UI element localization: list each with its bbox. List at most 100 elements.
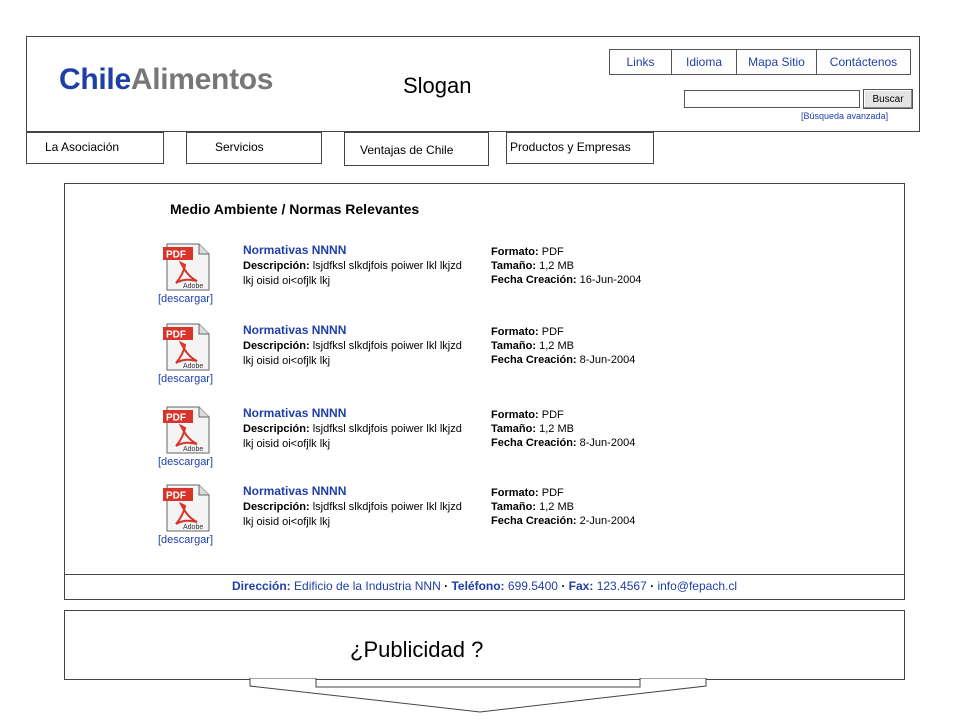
size-value: 1,2 MB [539,340,574,352]
format-row: Formato: PDF [491,245,641,259]
date-label: Fecha Creación: [491,437,577,449]
nav-tab-asociacion[interactable]: La Asociación [26,132,164,164]
svg-text:Adobe: Adobe [183,524,203,531]
phone-label: Teléfono: [451,579,505,593]
size-row: Tamaño: 1,2 MB [491,500,635,514]
down-arrow-shape [249,678,707,713]
separator: · [650,579,655,593]
document-item: PDF Adobe [descargar] Normativas NNNN De… [65,482,904,560]
date-value: 2-Jun-2004 [579,515,636,527]
size-label: Tamaño: [491,260,537,272]
size-value: 1,2 MB [539,501,574,513]
slogan: Slogan [403,73,472,98]
document-meta: Formato: PDF Tamaño: 1,2 MB Fecha Creaci… [491,245,641,287]
search-button[interactable]: Buscar [863,89,913,109]
nav-tab-ventajas[interactable]: Ventajas de Chile [344,132,489,166]
date-value: 16-Jun-2004 [579,274,642,286]
description-label: Descripción: [243,423,310,435]
site-header: ChileAlimentos Slogan Links Idioma Mapa … [26,36,920,132]
document-item: PDF Adobe [descargar] Normativas NNNN De… [65,321,904,399]
address-value: Edificio de la Industria NNN [294,579,441,593]
format-value: PDF [541,326,564,338]
footer-divider [65,574,904,575]
format-row: Formato: PDF [491,486,635,500]
description-label: Descripción: [243,260,310,272]
advanced-search-link[interactable]: [Búsqueda avanzada] [801,111,888,121]
format-value: PDF [541,409,564,421]
download-link[interactable]: [descargar] [158,293,213,305]
download-link[interactable]: [descargar] [158,373,213,385]
size-label: Tamaño: [491,340,537,352]
download-link[interactable]: [descargar] [158,456,213,468]
phone-value: 699.5400 [507,579,558,593]
format-label: Formato: [491,246,539,258]
date-label: Fecha Creación: [491,274,577,286]
document-title-link[interactable]: Normativas NNNN [243,243,346,257]
main-content: Medio Ambiente / Normas Relevantes PDF A… [64,183,905,600]
document-description: Descripción: lsjdfksl slkdjfois poiwer l… [243,422,465,452]
document-title-link[interactable]: Normativas NNNN [243,323,346,337]
separator: · [444,579,449,593]
format-value: PDF [541,246,564,258]
site-logo[interactable]: ChileAlimentos [59,63,273,97]
format-label: Formato: [491,326,539,338]
address-label: Dirección: [232,579,291,593]
fax-value: 123.4567 [596,579,647,593]
document-title-link[interactable]: Normativas NNNN [243,406,346,420]
ad-placeholder-text: ¿Publicidad ? [350,637,484,662]
svg-text:PDF: PDF [166,330,186,341]
date-row: Fecha Creación: 2-Jun-2004 [491,514,635,528]
document-description: Descripción: lsjdfksl slkdjfois poiwer l… [243,500,465,530]
date-row: Fecha Creación: 8-Jun-2004 [491,436,635,450]
logo-part-chile: Chile [59,63,131,96]
document-meta: Formato: PDF Tamaño: 1,2 MB Fecha Creaci… [491,486,635,528]
svg-text:Adobe: Adobe [183,283,203,290]
date-value: 8-Jun-2004 [579,437,636,449]
description-label: Descripción: [243,501,310,513]
search-input[interactable] [684,90,860,108]
date-row: Fecha Creación: 8-Jun-2004 [491,353,635,367]
pdf-icon: PDF Adobe [163,243,210,291]
date-value: 8-Jun-2004 [579,354,636,366]
page-title: Medio Ambiente / Normas Relevantes [170,201,420,217]
size-value: 1,2 MB [539,423,574,435]
svg-text:PDF: PDF [166,491,186,502]
size-value: 1,2 MB [539,260,574,272]
format-value: PDF [541,487,564,499]
separator: · [561,579,566,593]
advertising-box: ¿Publicidad ? [64,610,905,680]
top-links-bar: Links Idioma Mapa Sitio Contáctenos [609,49,911,75]
size-label: Tamaño: [491,501,537,513]
size-row: Tamaño: 1,2 MB [491,259,641,273]
document-meta: Formato: PDF Tamaño: 1,2 MB Fecha Creaci… [491,408,635,450]
pdf-icon: PDF Adobe [163,323,210,371]
top-link-links[interactable]: Links [610,50,672,74]
size-row: Tamaño: 1,2 MB [491,422,635,436]
size-label: Tamaño: [491,423,537,435]
top-link-mapa-sitio[interactable]: Mapa Sitio [737,50,817,74]
fax-label: Fax: [568,579,594,593]
document-meta: Formato: PDF Tamaño: 1,2 MB Fecha Creaci… [491,325,635,367]
email-link[interactable]: info@fepach.cl [657,579,737,593]
pdf-icon: PDF Adobe [163,406,210,454]
document-description: Descripción: lsjdfksl slkdjfois poiwer l… [243,259,465,289]
size-row: Tamaño: 1,2 MB [491,339,635,353]
nav-tab-productos[interactable]: Productos y Empresas [506,132,654,164]
nav-tab-servicios[interactable]: Servicios [186,132,322,164]
svg-text:PDF: PDF [166,413,186,424]
svg-text:Adobe: Adobe [183,446,203,453]
document-description: Descripción: lsjdfksl slkdjfois poiwer l… [243,339,465,369]
svg-text:PDF: PDF [166,250,186,261]
logo-part-alimentos: Alimentos [130,63,274,96]
download-link[interactable]: [descargar] [158,534,213,546]
date-row: Fecha Creación: 16-Jun-2004 [491,273,641,287]
format-label: Formato: [491,409,539,421]
pdf-icon: PDF Adobe [163,484,210,532]
format-row: Formato: PDF [491,325,635,339]
top-link-idioma[interactable]: Idioma [672,50,737,74]
format-label: Formato: [491,487,539,499]
top-link-contactenos[interactable]: Contáctenos [817,50,910,74]
format-row: Formato: PDF [491,408,635,422]
document-item: PDF Adobe [descargar] Normativas NNNN De… [65,241,904,319]
document-title-link[interactable]: Normativas NNNN [243,484,346,498]
